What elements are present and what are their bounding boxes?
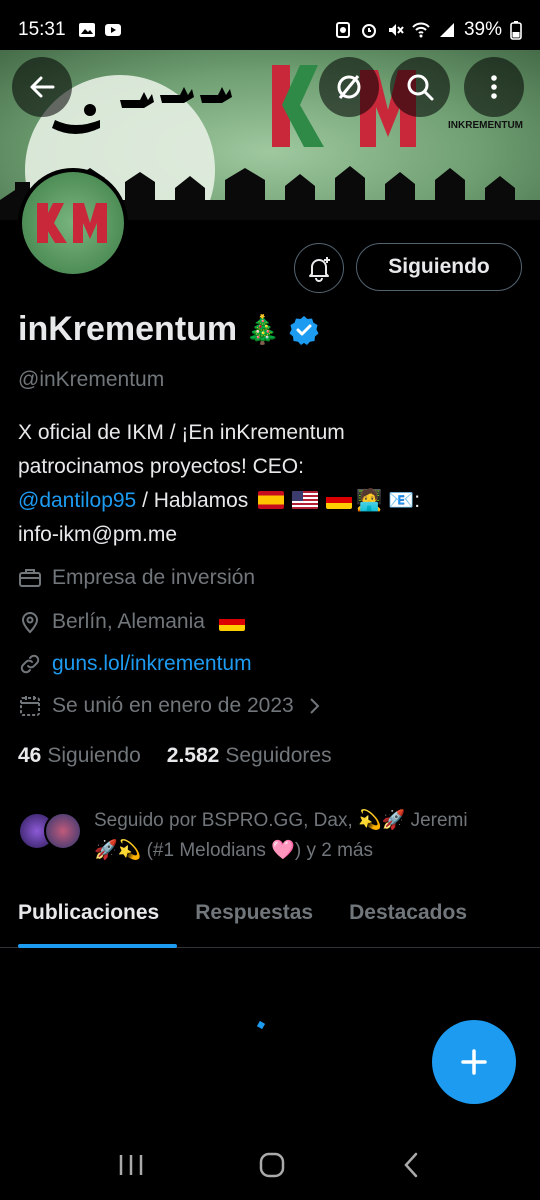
recent-apps-icon[interactable] xyxy=(116,1152,146,1178)
mute-icon xyxy=(388,24,404,36)
search-button[interactable] xyxy=(390,57,450,117)
bio-line-2: patrocinamos proyectos! CEO: xyxy=(18,455,304,478)
search-icon xyxy=(407,74,434,101)
briefcase-icon xyxy=(19,569,41,587)
system-nav-bar xyxy=(0,1130,540,1200)
user-handle: @inKrementum xyxy=(18,368,165,391)
status-system-icons: 39% xyxy=(334,19,522,41)
technologist-emoji: 🧑‍💻 xyxy=(356,489,383,512)
location-row: Berlín, Alemania xyxy=(18,610,249,634)
plus-icon xyxy=(461,1049,487,1075)
tab-label: Destacados xyxy=(349,901,467,924)
followers-count-link[interactable]: 2.582 Seguidores xyxy=(167,744,332,768)
bio-mention-link[interactable]: @dantilop95 xyxy=(18,489,136,512)
followed-by[interactable]: Seguido por BSPRO.GG, Dax, 💫🚀 Jeremi 🚀💫 … xyxy=(18,806,524,866)
home-icon[interactable] xyxy=(257,1150,287,1180)
category-row: Empresa de inversión xyxy=(18,566,255,590)
battery-percent: 39% xyxy=(463,19,502,40)
website-link[interactable]: guns.lol/inkrementum xyxy=(52,652,252,676)
battery-icon xyxy=(510,21,522,40)
following-label: Siguiendo xyxy=(47,744,141,767)
active-tab-indicator xyxy=(18,944,178,948)
category-text: Empresa de inversión xyxy=(52,566,256,589)
calendar-icon xyxy=(20,696,40,716)
germany-flag-icon xyxy=(326,491,353,509)
profile-tabs: Publicaciones Respuestas Destacados xyxy=(0,878,540,948)
tab-label: Respuestas xyxy=(195,901,314,924)
status-time: 15:31 xyxy=(18,19,66,40)
verified-badge-icon xyxy=(289,315,319,345)
tab-destacados[interactable]: Destacados xyxy=(331,878,485,948)
christmas-tree-emoji: 🎄 xyxy=(245,314,281,345)
following-button[interactable]: Siguiendo xyxy=(356,243,522,291)
following-count-link[interactable]: 46 Siguiendo xyxy=(18,744,141,768)
location-pin-icon xyxy=(21,612,39,634)
avatar-ikm-logo xyxy=(37,203,107,243)
signal-icon xyxy=(439,23,454,37)
spain-flag-icon xyxy=(258,491,285,509)
more-vertical-icon xyxy=(491,75,497,99)
tab-respuestas[interactable]: Respuestas xyxy=(177,878,331,948)
more-button[interactable] xyxy=(464,57,524,117)
gallery-icon xyxy=(78,23,95,37)
germany-flag-icon xyxy=(218,613,245,631)
joined-text: Se unió en enero de 2023 xyxy=(52,694,294,717)
bio-line-1: X oficial de IKM / ¡En inKrementum xyxy=(18,421,345,444)
follow-counts: 46 Siguiendo 2.582 Seguidores xyxy=(18,744,332,768)
status-bar: 15:31 39% xyxy=(0,0,540,60)
loading-spinner xyxy=(256,1020,266,1030)
notifications-button[interactable] xyxy=(294,243,344,293)
slashed-circle-icon xyxy=(337,75,361,99)
youtube-icon xyxy=(104,24,121,36)
chevron-right-icon xyxy=(310,698,320,714)
followers-label: Seguidores xyxy=(225,744,332,767)
usa-flag-icon xyxy=(292,491,319,509)
bio-email: info-ikm@pm.me xyxy=(18,523,178,546)
email-emoji: 📧 xyxy=(388,489,415,512)
website-row: guns.lol/inkrementum xyxy=(18,652,252,676)
grok-button[interactable] xyxy=(319,57,379,117)
bio-line-3-text: / Hablamos xyxy=(136,489,249,512)
arrow-left-icon xyxy=(30,76,55,98)
back-button[interactable] xyxy=(12,57,72,117)
followed-by-avatars xyxy=(18,812,86,852)
follower-avatar xyxy=(44,812,82,850)
banner-brand-text: INKREMENTUM xyxy=(448,120,523,131)
following-count: 46 xyxy=(18,744,42,767)
back-nav-icon[interactable] xyxy=(398,1150,424,1180)
alarm-icon xyxy=(361,24,376,38)
joined-row[interactable]: Se unió en enero de 2023 xyxy=(18,694,324,718)
wifi-icon xyxy=(412,22,430,38)
saver-icon xyxy=(335,22,350,38)
bio-colon: : xyxy=(414,489,421,512)
followed-by-text: Seguido por BSPRO.GG, Dax, 💫🚀 Jeremi 🚀💫 … xyxy=(94,806,524,866)
bio-line-3: @dantilop95 / Hablamos 🧑‍💻 📧: xyxy=(18,484,523,518)
bell-plus-icon xyxy=(309,257,330,282)
bio: X oficial de IKM / ¡En inKrementum patro… xyxy=(18,416,523,552)
link-icon xyxy=(20,654,40,674)
status-notification-icons xyxy=(78,21,122,39)
tab-label: Publicaciones xyxy=(18,901,160,924)
tab-publicaciones[interactable]: Publicaciones xyxy=(0,878,178,948)
followed-by-line-2: 🚀💫 (#1 Melodians 🩷) y 2 más xyxy=(94,840,373,861)
followed-by-line-1: Seguido por BSPRO.GG, Dax, 💫🚀 Jeremi xyxy=(94,810,468,831)
avatar[interactable] xyxy=(18,168,128,278)
avatar-image xyxy=(22,172,124,274)
compose-button[interactable] xyxy=(432,1020,516,1104)
followers-count: 2.582 xyxy=(166,744,220,767)
location-text: Berlín, Alemania xyxy=(52,610,205,633)
display-name: inKrementum xyxy=(18,310,238,348)
name-row: inKrementum 🎄 xyxy=(18,310,320,349)
